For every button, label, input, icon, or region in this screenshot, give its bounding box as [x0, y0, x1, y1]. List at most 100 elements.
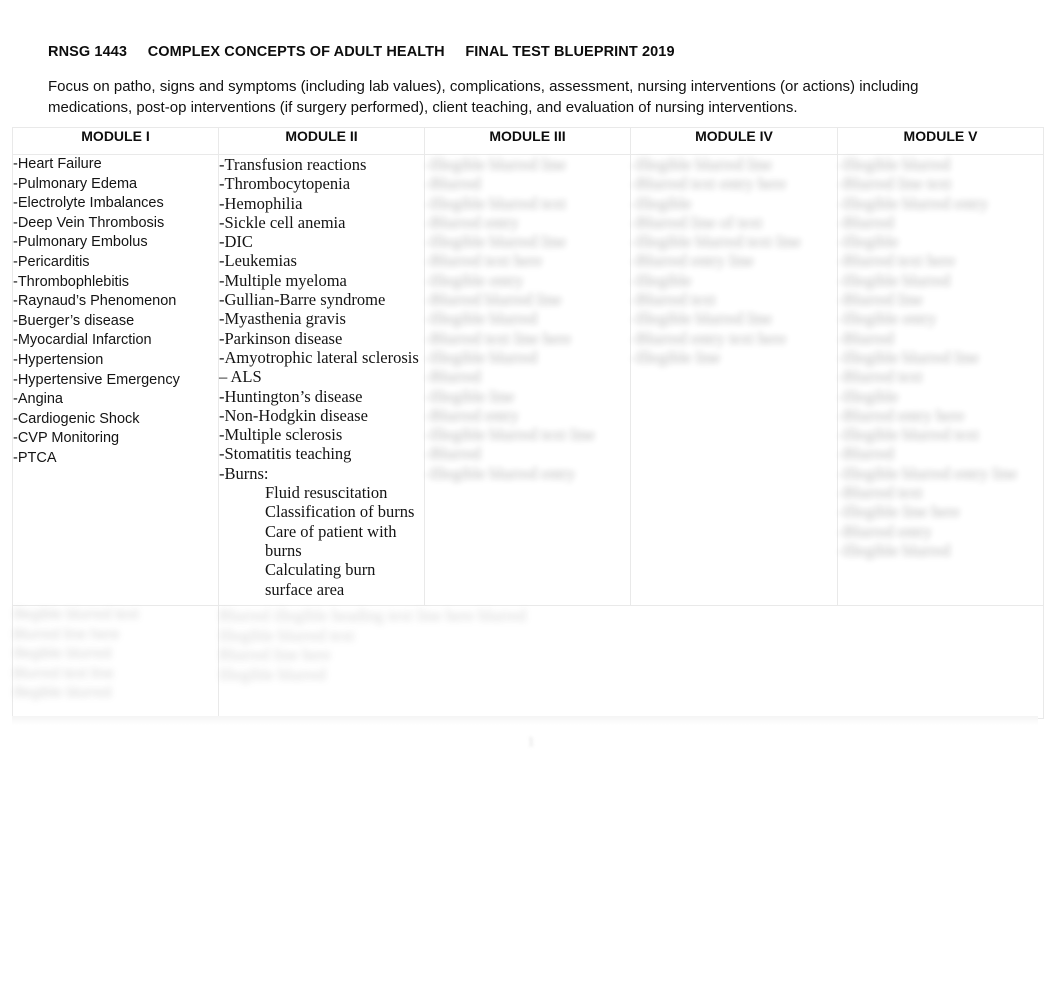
column-header-module-4: MODULE IV [630, 127, 838, 155]
list-item: Blurred illegible heading text line here… [219, 606, 526, 625]
column-header-module-3: MODULE III [424, 127, 631, 155]
list-item: -Angina [13, 391, 63, 408]
list-item: -Parkinson disease [219, 328, 343, 348]
list-item: -PTCA [13, 449, 57, 466]
list-item: -Blurred text [838, 367, 923, 387]
document-page: RNSG 1443 COMPLEX CONCEPTS OF ADULT HEAL… [0, 0, 1062, 1001]
list-item: -Hemophilia [219, 193, 303, 213]
list-item: -DIC [219, 232, 253, 252]
list-item: -Blurred text [838, 483, 923, 503]
blueprint-table: MODULE I MODULE II MODULE III MODULE IV … [12, 127, 1044, 719]
cell-module-5: -Illegible blurred -Blurred line text -I… [837, 154, 1044, 606]
list-item: -Pulmonary Embolus [13, 234, 148, 251]
table-header-row: MODULE I MODULE II MODULE III MODULE IV … [12, 127, 1044, 155]
cell-bottom-left: Illegible blurred text Blurred line here… [12, 605, 219, 719]
list-item: -Blurred entry [838, 521, 932, 541]
list-item: -Gullian-Barre syndrome [219, 290, 386, 310]
list-item: -Illegible blurred line [425, 155, 567, 174]
list-item: -Blurred [425, 367, 481, 387]
list-item: -Burns: [219, 463, 269, 483]
list-item: Blurred text line [13, 665, 114, 682]
list-item: -Blurred line [838, 290, 923, 310]
list-item: -Illegible blurred [838, 540, 951, 560]
bottom-left-text-block: Illegible blurred text Blurred line here… [13, 606, 218, 704]
list-item: -Heart Failure [13, 156, 102, 172]
list-item: -Illegible blurred [425, 309, 538, 329]
list-item: -Illegible blurred text line [631, 232, 801, 252]
sub-list-item: Fluid resuscitation [265, 483, 388, 503]
list-item: -Illegible blurred line [631, 309, 773, 329]
list-item: -Blurred entry line [631, 251, 754, 271]
list-item: -Raynaud’s Phenomenon [13, 293, 177, 310]
bottom-spanning-text-block: Blurred illegible heading text line here… [219, 606, 1043, 684]
list-item: -Illegible [631, 193, 692, 213]
list-item: -Blurred [838, 444, 894, 464]
list-item: -Illegible [631, 270, 692, 290]
list-item: -Transfusion reactions [219, 155, 367, 174]
list-item: -Illegible entry [425, 270, 524, 290]
list-item: -Illegible blurred line [838, 347, 980, 367]
list-item: -Illegible [838, 232, 899, 252]
column-header-module-1: MODULE I [12, 127, 219, 155]
list-item: -Blurred line text [838, 174, 952, 194]
list-item: -Blurred entry text here [631, 328, 787, 348]
list-item: -Blurred text here [425, 251, 543, 271]
list-item: -Buerger’s disease [13, 312, 135, 329]
list-item: Blurred line here [219, 645, 331, 664]
list-item: -Illegible line [631, 347, 721, 367]
list-item: Illegible blurred text [219, 625, 355, 645]
cell-module-2: -Transfusion reactions -Thrombocytopenia… [218, 154, 425, 606]
list-module-1: -Heart Failure -Pulmonary Edema -Electro… [13, 155, 218, 469]
list-item: -Blurred [838, 328, 894, 348]
list-item: -Hypertensive Emergency [13, 371, 180, 388]
list-item: -Illegible blurred text [425, 193, 567, 213]
list-item: -Multiple myeloma [219, 270, 347, 290]
list-item: -Myocardial Infarction [13, 332, 152, 349]
list-item: -Illegible blurred line [631, 155, 773, 174]
list-item: -Sickle cell anemia [219, 212, 346, 232]
intro-paragraph: Focus on patho, signs and symptoms (incl… [48, 78, 919, 116]
page-bottom-edge [12, 716, 1038, 725]
list-module-2: -Transfusion reactions -Thrombocytopenia… [219, 155, 424, 483]
list-item: -Cardiogenic Shock [13, 410, 140, 427]
list-item: -Electrolyte Imbalances [13, 195, 164, 212]
list-item: -Leukemias [219, 251, 297, 271]
list-item: -Illegible line [425, 386, 515, 406]
list-item: -Blurred blurred line [425, 290, 562, 310]
list-item: -Huntington’s disease [219, 386, 363, 406]
list-item: -Blurred [425, 444, 481, 464]
list-item: -Multiple sclerosis [219, 425, 343, 445]
page-number: 1 [527, 735, 535, 750]
list-module-5: -Illegible blurred -Blurred line text -I… [838, 155, 1043, 560]
list-item: -Non-Hodgkin disease [219, 405, 368, 425]
cell-bottom-spanning: Blurred illegible heading text line here… [218, 605, 1044, 719]
cell-module-1: -Heart Failure -Pulmonary Edema -Electro… [12, 154, 219, 606]
list-item: -Illegible blurred line [425, 232, 567, 252]
list-item: -CVP Monitoring [13, 430, 120, 447]
list-item: Blurred line here [13, 626, 120, 643]
sub-list-item: Classification of burns [265, 502, 415, 522]
list-item: Illegible blurred [13, 685, 112, 701]
list-item: -Illegible [838, 386, 899, 406]
table-row: -Heart Failure -Pulmonary Edema -Electro… [12, 154, 1044, 606]
list-module-3: -Illegible blurred line -Blurred -Illegi… [425, 155, 630, 483]
cell-module-3: -Illegible blurred line -Blurred -Illegi… [424, 154, 631, 606]
list-item: Illegible blurred [219, 664, 326, 684]
list-item: -Blurred entry here [838, 405, 965, 425]
list-item: -Illegible line here [838, 502, 960, 522]
list-item: -Amyotrophic lateral sclerosis – ALS [219, 347, 419, 387]
list-item: -Thrombophlebitis [13, 273, 130, 290]
list-item: -Blurred text [631, 290, 716, 310]
list-item: Illegible blurred text [13, 607, 139, 623]
list-item: -Pericarditis [13, 253, 90, 270]
list-item: -Thrombocytopenia [219, 174, 351, 194]
sub-list-item: Care of patient with burns [265, 521, 397, 560]
column-header-module-5: MODULE V [837, 127, 1044, 155]
list-item: -Illegible blurred entry line [838, 463, 1018, 483]
list-item: -Illegible entry [838, 309, 937, 329]
list-item: -Blurred [838, 212, 894, 232]
page-title: RNSG 1443 COMPLEX CONCEPTS OF ADULT HEAL… [48, 44, 675, 60]
list-module-4: -Illegible blurred line -Blurred text en… [631, 155, 837, 367]
list-item: -Myasthenia gravis [219, 309, 346, 329]
list-item: -Stomatitis teaching [219, 444, 352, 464]
